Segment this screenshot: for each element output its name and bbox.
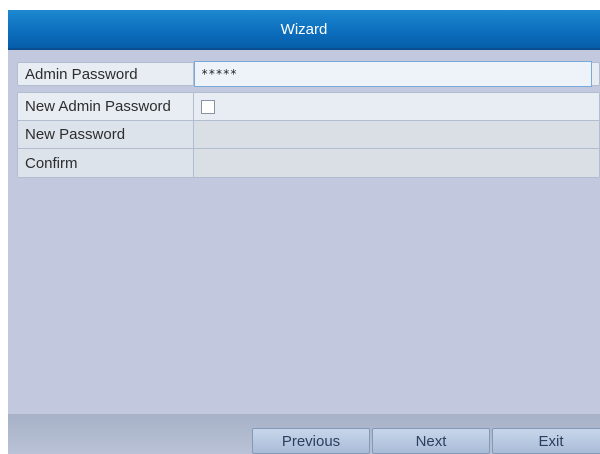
confirm-password-field[interactable] (194, 149, 599, 177)
new-password-row: New Password (18, 121, 599, 149)
admin-password-input[interactable] (194, 61, 592, 87)
new-password-field[interactable] (194, 121, 599, 148)
window-title: Wizard (280, 20, 328, 38)
button-bar: Previous Next Exit (8, 414, 600, 454)
admin-password-row: Admin Password (17, 61, 600, 87)
new-admin-password-label: New Admin Password (18, 93, 194, 120)
new-password-label: New Password (18, 121, 194, 148)
exit-button[interactable]: Exit (492, 428, 600, 454)
title-bar: Wizard (8, 10, 600, 50)
admin-password-value-cell (194, 61, 599, 87)
next-button[interactable]: Next (372, 428, 490, 454)
confirm-row: Confirm (18, 149, 599, 177)
new-admin-password-value-cell (194, 93, 599, 120)
new-password-group: New Admin Password New Password Confirm (17, 92, 600, 178)
admin-password-label: Admin Password (18, 63, 194, 85)
new-admin-password-row: New Admin Password (18, 93, 599, 121)
confirm-label: Confirm (18, 149, 194, 177)
new-admin-password-checkbox[interactable] (201, 99, 215, 114)
previous-button[interactable]: Previous (252, 428, 370, 454)
password-form: Admin Password New Admin Password New Pa… (17, 61, 600, 178)
wizard-window: Wizard Admin Password New Admin Password… (8, 10, 600, 454)
